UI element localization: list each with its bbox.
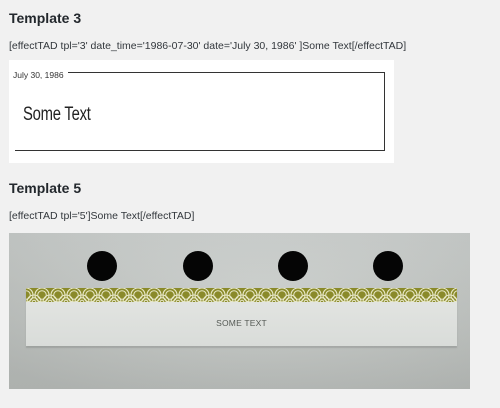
template5-preview: SOME TEXT bbox=[9, 233, 470, 389]
template3-shortcode: [effectTAD tpl='3' date_time='1986-07-30… bbox=[9, 40, 407, 52]
binder-hole bbox=[373, 251, 403, 281]
template3-text: Some Text bbox=[23, 104, 91, 125]
template3-date: July 30, 1986 bbox=[13, 70, 64, 80]
wave-pattern-band bbox=[26, 288, 457, 302]
template3-preview: July 30, 1986 Some Text bbox=[9, 60, 394, 163]
template3-frame: July 30, 1986 Some Text bbox=[13, 65, 385, 151]
binder-hole bbox=[278, 251, 308, 281]
template3-date-wrap: July 30, 1986 bbox=[13, 65, 68, 80]
template5-text: SOME TEXT bbox=[216, 318, 267, 328]
card-shadow-edge bbox=[26, 346, 457, 348]
binder-hole bbox=[87, 251, 117, 281]
binder-hole bbox=[183, 251, 213, 281]
template5-card: SOME TEXT bbox=[26, 288, 457, 346]
template3-heading: Template 3 bbox=[9, 10, 82, 26]
template5-shortcode: [effectTAD tpl='5']Some Text[/effectTAD] bbox=[9, 210, 195, 222]
template5-heading: Template 5 bbox=[9, 180, 82, 196]
page: Template 3 [effectTAD tpl='3' date_time=… bbox=[0, 0, 500, 408]
